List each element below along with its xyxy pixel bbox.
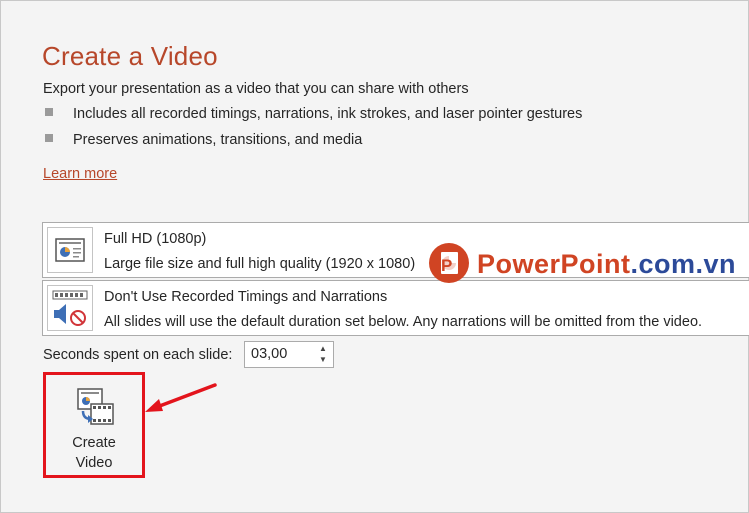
seconds-spinner: ▲ ▼ bbox=[244, 341, 334, 368]
create-video-button[interactable]: Create Video bbox=[43, 372, 145, 478]
bullet-square-icon bbox=[45, 108, 53, 116]
create-video-label: Create Video bbox=[72, 435, 116, 471]
quality-title: Full HD (1080p) bbox=[104, 231, 207, 247]
quality-description: Large file size and full high quality (1… bbox=[104, 256, 416, 272]
bullet-text: Preserves animations, transitions, and m… bbox=[73, 132, 363, 148]
bullet-square-icon bbox=[45, 134, 53, 142]
powerpoint-logo-icon: P bbox=[429, 243, 469, 283]
create-video-icon bbox=[77, 387, 115, 432]
no-narration-icon bbox=[47, 285, 93, 331]
bullet-item: Preserves animations, transitions, and m… bbox=[45, 132, 362, 148]
logo-letter: P bbox=[441, 256, 452, 275]
annotation-arrow-icon bbox=[145, 383, 217, 412]
page-title: Create a Video bbox=[42, 41, 218, 71]
spin-up-icon[interactable]: ▲ bbox=[317, 343, 329, 354]
timings-dropdown[interactable]: Don't Use Recorded Timings and Narration… bbox=[42, 280, 749, 336]
seconds-input[interactable] bbox=[251, 346, 315, 362]
presentation-quality-icon bbox=[47, 227, 93, 273]
seconds-label: Seconds spent on each slide: bbox=[43, 347, 233, 363]
watermark-text: PowerPoint.com.vn bbox=[477, 249, 736, 280]
timings-description: All slides will use the default duration… bbox=[104, 314, 703, 330]
powerpoint-watermark: P PowerPoint.com.vn bbox=[427, 241, 736, 285]
timings-title: Don't Use Recorded Timings and Narration… bbox=[104, 289, 388, 305]
bullet-item: Includes all recorded timings, narration… bbox=[45, 106, 582, 122]
watermark-brand: PowerPoint bbox=[477, 249, 631, 279]
spin-down-icon[interactable]: ▼ bbox=[317, 354, 329, 365]
watermark-domain: .com.vn bbox=[630, 249, 737, 279]
learn-more-link[interactable]: Learn more bbox=[43, 166, 117, 182]
page-subtitle: Export your presentation as a video that… bbox=[43, 81, 469, 97]
bullet-text: Includes all recorded timings, narration… bbox=[73, 106, 583, 122]
